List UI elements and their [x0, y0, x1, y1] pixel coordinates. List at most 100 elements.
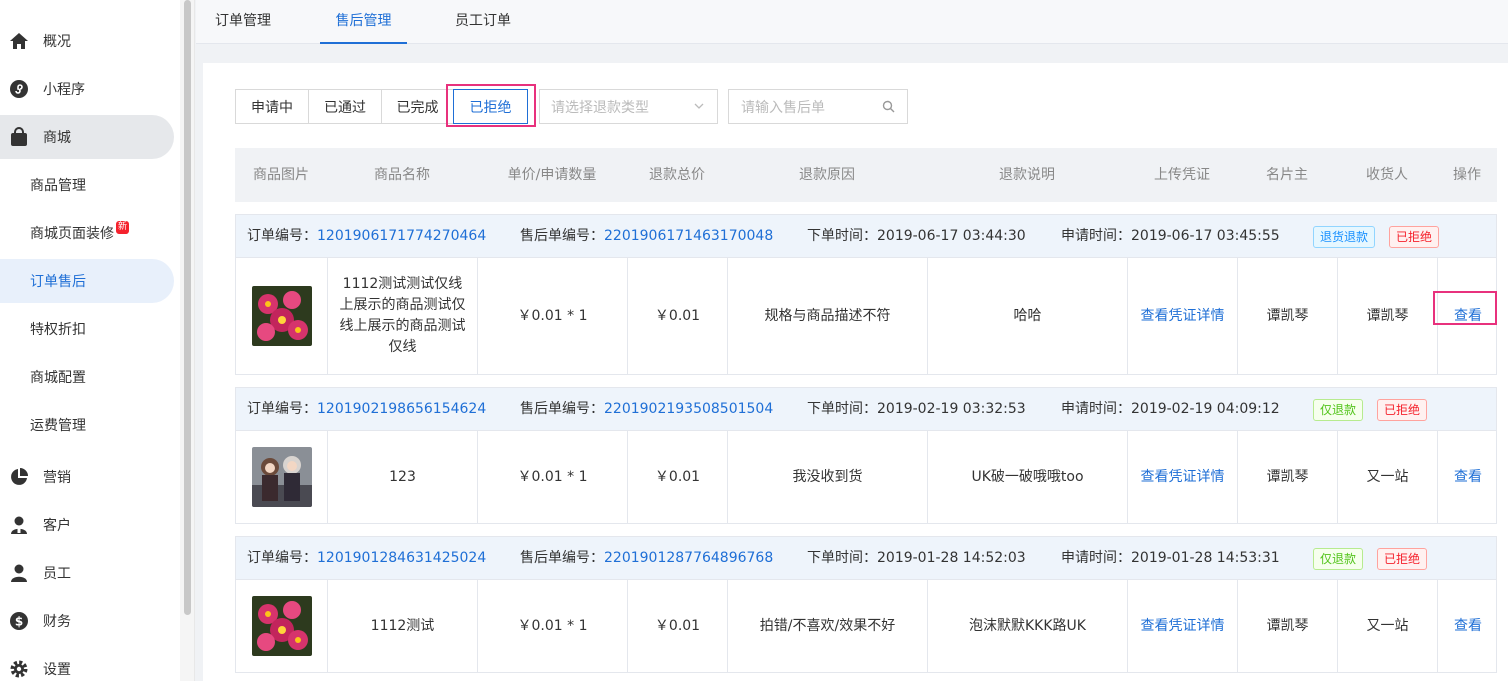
sidebar-item-product-management[interactable]: 商品管理 [0, 163, 174, 207]
sidebar-item-customer[interactable]: 客户 [0, 503, 174, 547]
refund-type-select[interactable]: 请选择退款类型 [539, 89, 718, 124]
card-owner: 谭凯琴 [1238, 431, 1338, 523]
price-qty: ￥0.01 * 1 [478, 258, 628, 374]
col-header: 收货人 [1366, 167, 1408, 183]
refund-type-placeholder: 请选择退款类型 [551, 99, 649, 116]
sidebar-item-label: 商城 [43, 130, 71, 146]
card-owner: 谭凯琴 [1238, 258, 1338, 374]
order-time: 2019-02-19 03:32:53 [877, 401, 1026, 417]
product-image[interactable] [251, 596, 312, 656]
refund-reason: 我没收到货 [728, 431, 928, 523]
filter-applying[interactable]: 申请中 [235, 89, 309, 124]
sidebar-item-mini-program[interactable]: 小程序 [0, 67, 174, 111]
sidebar-item-privilege-discount[interactable]: 特权折扣 [0, 307, 174, 351]
apply-time-label: 申请时间： [1061, 401, 1131, 417]
col-header: 上传凭证 [1154, 167, 1210, 183]
order-row: 1112测试 ￥0.01 * 1 ￥0.01 拍错/不喜欢/效果不好 泡沫默默K… [235, 579, 1497, 673]
sidebar-item-finance[interactable]: $ 财务 [0, 599, 174, 643]
sidebar-item-overview[interactable]: 概况 [0, 19, 174, 63]
aftersale-no[interactable]: 2201902193508501504 [604, 401, 773, 417]
home-icon [8, 30, 30, 52]
col-header: 单价/申请数量 [507, 167, 597, 183]
pie-chart-icon [8, 466, 30, 488]
sidebar-item-order-aftersale[interactable]: 订单售后 [0, 259, 174, 303]
dollar-icon: $ [8, 610, 30, 632]
order-time-label: 下单时间： [807, 550, 877, 566]
sidebar-item-marketing[interactable]: 营销 [0, 455, 174, 499]
price-qty: ￥0.01 * 1 [478, 580, 628, 672]
view-button[interactable]: 查看 [1454, 467, 1482, 488]
tab-staff-orders[interactable]: 员工订单 [455, 0, 511, 44]
col-header: 退款说明 [999, 167, 1055, 183]
order-no-label: 订单编号： [247, 550, 317, 566]
sidebar-item-label: 商品管理 [30, 178, 86, 194]
view-proof-link[interactable]: 查看凭证详情 [1141, 616, 1225, 637]
sidebar-item-mall[interactable]: 商城 [0, 115, 174, 159]
aftersale-no[interactable]: 2201901287764896768 [604, 550, 773, 566]
order-time: 2019-01-28 14:52:03 [877, 550, 1026, 566]
sidebar-item-page-decoration[interactable]: 商城页面装修 新 [0, 211, 174, 255]
filter-approved[interactable]: 已通过 [308, 89, 382, 124]
sidebar-item-label: 概况 [43, 34, 71, 50]
mini-program-icon [8, 78, 30, 100]
refund-total: ￥0.01 [628, 580, 728, 672]
chevron-down-icon [693, 100, 705, 116]
product-image[interactable] [251, 447, 312, 507]
receiver: 又一站 [1338, 431, 1438, 523]
aftersale-no-label: 售后单编号： [520, 550, 604, 566]
filter-completed[interactable]: 已完成 [381, 89, 454, 124]
refund-total: ￥0.01 [628, 431, 728, 523]
rejected-highlight-box [446, 84, 536, 127]
view-button[interactable]: 查看 [1454, 616, 1482, 637]
sidebar-item-label: 员工 [43, 566, 71, 582]
top-tabs: 订单管理 售后管理 员工订单 [196, 0, 1508, 44]
status-tag: 已拒绝 [1377, 399, 1428, 421]
status-tag: 已拒绝 [1389, 226, 1440, 248]
sidebar-item-label: 商城配置 [30, 370, 86, 386]
sidebar-scrollbar-thumb[interactable] [184, 0, 191, 615]
customer-icon [8, 514, 30, 536]
order-time-label: 下单时间： [807, 228, 877, 244]
aftersale-search-input[interactable]: 请输入售后单 [728, 89, 908, 124]
refund-type-tag: 退货退款 [1313, 226, 1376, 248]
product-image[interactable] [251, 286, 312, 346]
view-highlight-box [1433, 291, 1497, 325]
sidebar: 概况 小程序 商城 商品管理 商城页面装修 新 订单售后 特权折扣 商城配置 运… [0, 0, 195, 681]
sidebar-item-label: 小程序 [43, 82, 85, 98]
order-no[interactable]: 1201901284631425024 [317, 550, 486, 566]
sidebar-item-mall-config[interactable]: 商城配置 [0, 355, 174, 399]
order-header: 订单编号：1201901284631425024 售后单编号：220190128… [235, 536, 1497, 580]
refund-type-tag: 仅退款 [1313, 548, 1364, 570]
sidebar-item-shipping[interactable]: 运费管理 [0, 403, 174, 447]
apply-time-label: 申请时间： [1061, 550, 1131, 566]
apply-time: 2019-01-28 14:53:31 [1131, 550, 1280, 566]
refund-total: ￥0.01 [628, 258, 728, 374]
order-no[interactable]: 1201902198656154624 [317, 401, 486, 417]
order-no-label: 订单编号： [247, 401, 317, 417]
order-row: 123 ￥0.01 * 1 ￥0.01 我没收到货 UK破一破哦哦too 查看凭… [235, 430, 1497, 524]
tab-order-management[interactable]: 订单管理 [215, 0, 271, 44]
col-header: 退款原因 [799, 167, 855, 183]
product-name: 1112测试测试仅线上展示的商品测试仅线上展示的商品测试仅线 [328, 258, 478, 374]
refund-reason: 拍错/不喜欢/效果不好 [728, 580, 928, 672]
search-icon[interactable] [882, 100, 895, 117]
table-header: 商品图片 商品名称 单价/申请数量 退款总价 退款原因 退款说明 上传凭证 名片… [235, 148, 1497, 202]
aftersale-no-label: 售后单编号： [520, 228, 604, 244]
card-owner: 谭凯琴 [1238, 580, 1338, 672]
sidebar-item-staff[interactable]: 员工 [0, 551, 174, 595]
sidebar-item-label: 财务 [43, 614, 71, 630]
refund-description: 哈哈 [928, 258, 1128, 374]
aftersale-no[interactable]: 2201906171463170048 [604, 228, 773, 244]
sidebar-item-settings[interactable]: 设置 [0, 647, 174, 681]
order-no-label: 订单编号： [247, 228, 317, 244]
svg-text:$: $ [15, 615, 23, 629]
product-name: 123 [328, 431, 478, 523]
tab-aftersale-management[interactable]: 售后管理 [320, 0, 407, 44]
sidebar-item-label: 运费管理 [30, 418, 86, 434]
user-icon [8, 562, 30, 584]
view-proof-link[interactable]: 查看凭证详情 [1141, 467, 1225, 488]
sidebar-item-label: 营销 [43, 470, 71, 486]
apply-time: 2019-02-19 04:09:12 [1131, 401, 1280, 417]
view-proof-link[interactable]: 查看凭证详情 [1141, 306, 1225, 327]
order-no[interactable]: 1201906171774270464 [317, 228, 486, 244]
